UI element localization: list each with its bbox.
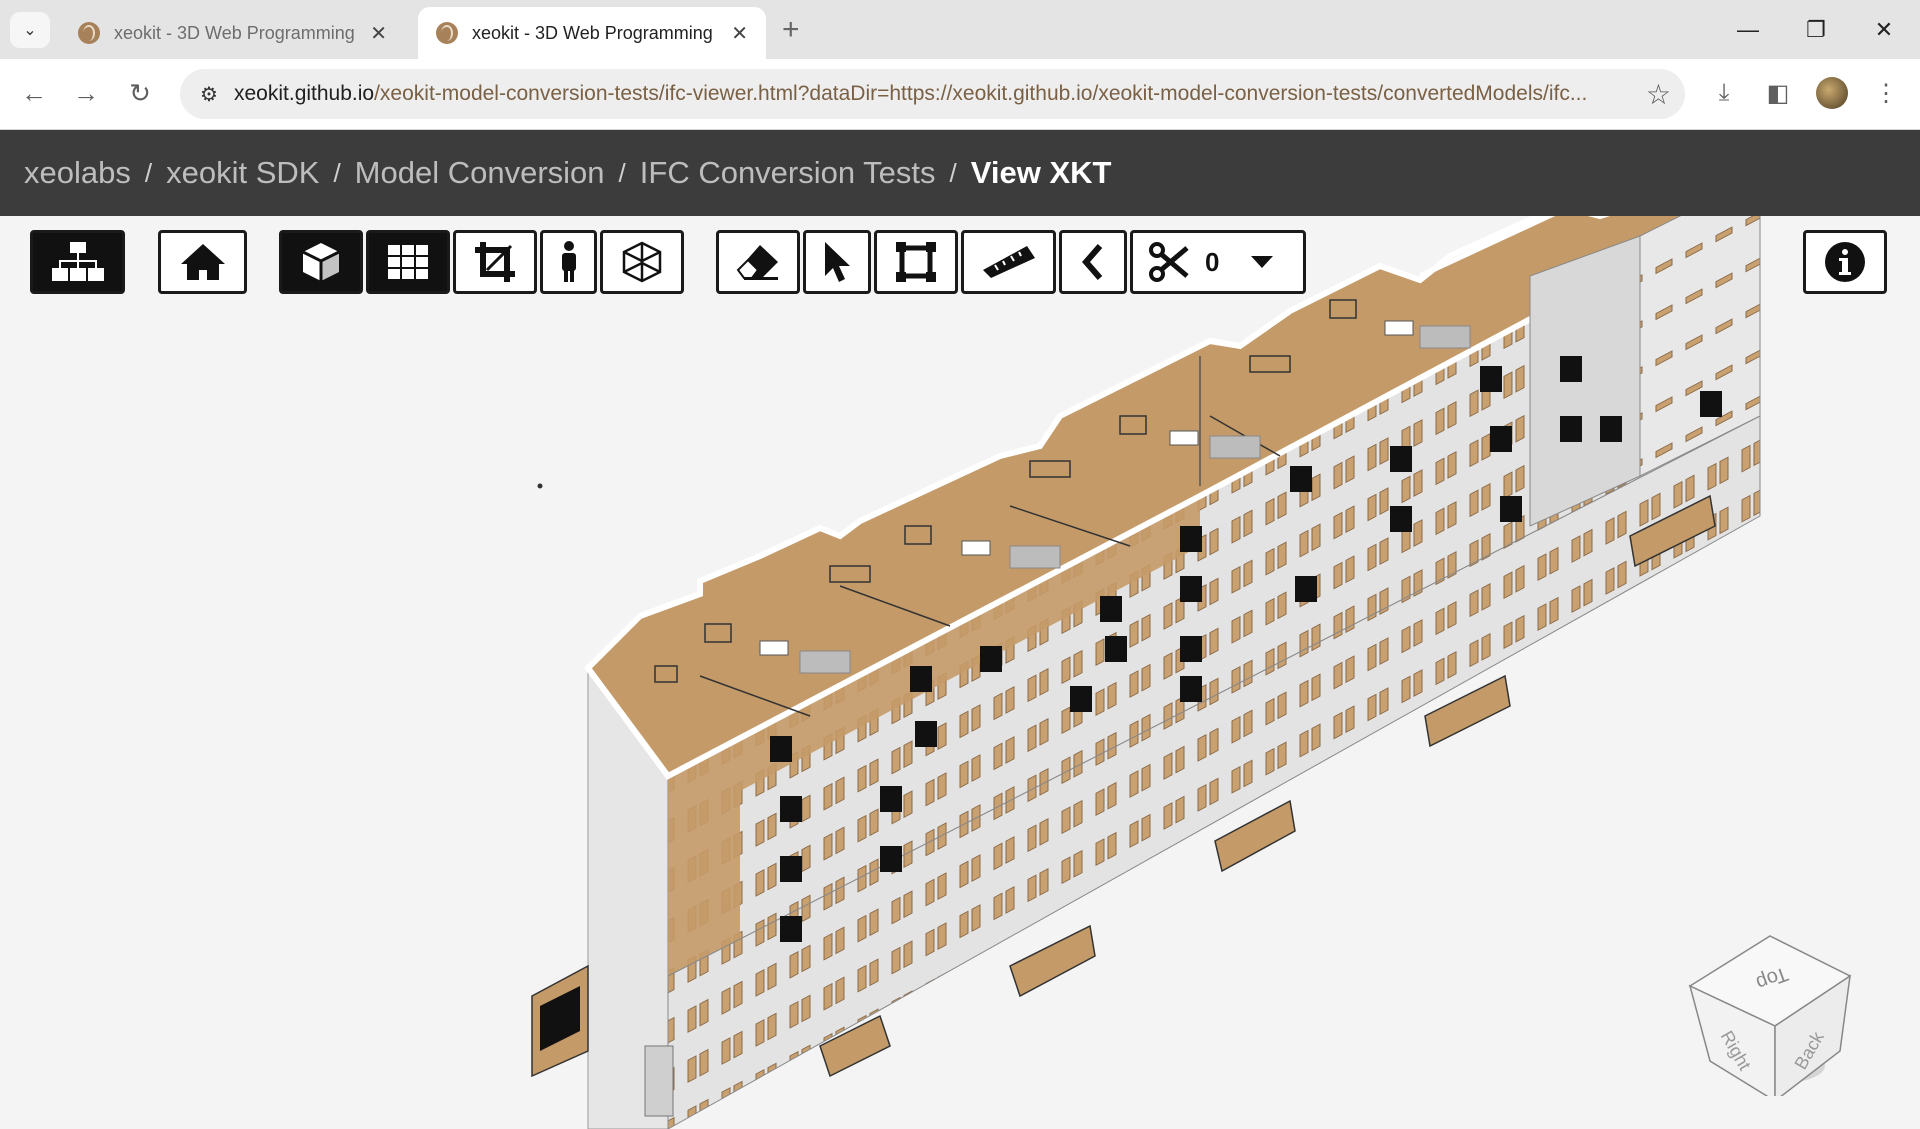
tree-structure-icon bbox=[51, 242, 104, 281]
info-button[interactable] bbox=[1803, 230, 1887, 294]
url-host: xeokit.github.io bbox=[234, 82, 375, 105]
home-icon bbox=[180, 244, 225, 280]
reload-icon[interactable]: ↻ bbox=[120, 73, 160, 113]
wireframe-cube-icon bbox=[622, 241, 662, 283]
hide-objects-button[interactable] bbox=[716, 230, 800, 294]
breadcrumb-separator: / bbox=[618, 157, 626, 188]
grid-icon bbox=[388, 245, 428, 279]
new-tab-button[interactable]: + bbox=[782, 12, 800, 48]
breadcrumb-separator: / bbox=[949, 157, 957, 188]
bookmark-star-icon[interactable]: ☆ bbox=[1646, 78, 1671, 111]
caret-down-icon bbox=[1251, 256, 1274, 268]
pointer-arrow-icon bbox=[825, 242, 850, 282]
globe-icon bbox=[78, 22, 100, 44]
close-window-button[interactable]: ✕ bbox=[1864, 12, 1904, 48]
section-count: 0 bbox=[1205, 246, 1220, 277]
tab-title: xeokit - 3D Web Programming bbox=[114, 22, 355, 43]
breadcrumb-link-tests[interactable]: IFC Conversion Tests bbox=[640, 155, 936, 191]
close-icon[interactable]: ✕ bbox=[370, 21, 387, 46]
chevron-left-icon bbox=[1082, 244, 1103, 280]
browser-tab-1[interactable]: xeokit - 3D Web Programming ✕ bbox=[60, 7, 405, 59]
breadcrumb-link-xeolabs[interactable]: xeolabs bbox=[24, 155, 131, 191]
menu-kebab-icon[interactable]: ⋮ bbox=[1866, 73, 1906, 113]
address-bar-row: ← → ↻ ⚙ xeokit.github.io/xeokit-model-co… bbox=[0, 59, 1920, 130]
url-text[interactable]: xeokit.github.io/xeokit-model-conversion… bbox=[234, 82, 1604, 106]
previous-button[interactable] bbox=[1059, 230, 1127, 294]
restore-button[interactable]: ❐ bbox=[1796, 12, 1836, 48]
ortho-grid-button[interactable] bbox=[366, 230, 450, 294]
forward-arrow-icon[interactable]: → bbox=[66, 73, 106, 113]
3d-viewer-canvas[interactable]: 0 Top Right Back bbox=[0, 216, 1920, 1129]
home-view-button[interactable] bbox=[158, 230, 247, 294]
first-person-button[interactable] bbox=[540, 230, 597, 294]
eraser-icon bbox=[736, 245, 778, 280]
profile-avatar[interactable] bbox=[1812, 73, 1852, 113]
measure-button[interactable] bbox=[961, 230, 1056, 294]
navcube[interactable]: Top Right Back bbox=[1680, 896, 1860, 1096]
url-path: /xeokit-model-conversion-tests/ifc-viewe… bbox=[374, 82, 1588, 105]
minimize-button[interactable]: — bbox=[1728, 12, 1768, 48]
breadcrumb-separator: / bbox=[144, 157, 153, 188]
side-panel-icon[interactable]: ◧ bbox=[1758, 73, 1798, 113]
breadcrumb: xeolabs / xeokit SDK / Model Conversion … bbox=[0, 130, 1920, 216]
marquee-select-button[interactable] bbox=[874, 230, 958, 294]
ruler-icon bbox=[982, 246, 1035, 278]
breadcrumb-link-sdk[interactable]: xeokit SDK bbox=[166, 155, 319, 191]
site-settings-icon[interactable]: ⚙ bbox=[194, 79, 224, 109]
xray-button[interactable] bbox=[600, 230, 684, 294]
url-input[interactable]: ⚙ xeokit.github.io/xeokit-model-conversi… bbox=[180, 69, 1685, 119]
3d-mode-button[interactable] bbox=[279, 230, 363, 294]
cube-icon bbox=[302, 243, 340, 281]
globe-icon bbox=[436, 22, 458, 44]
section-planes-dropdown[interactable]: 0 bbox=[1130, 230, 1306, 294]
tab-search-button[interactable]: ⌄ bbox=[10, 12, 50, 48]
avatar bbox=[1816, 77, 1848, 109]
chevron-down-icon: ⌄ bbox=[23, 22, 37, 39]
person-icon bbox=[561, 241, 576, 282]
download-icon[interactable]: ⤓ bbox=[1704, 73, 1744, 113]
info-icon bbox=[1825, 242, 1865, 282]
breadcrumb-separator: / bbox=[333, 157, 341, 188]
marquee-icon bbox=[896, 242, 936, 282]
tab-strip: ⌄ xeokit - 3D Web Programming ✕ xeokit -… bbox=[0, 0, 1920, 59]
breadcrumb-link-conversion[interactable]: Model Conversion bbox=[355, 155, 605, 191]
select-objects-button[interactable] bbox=[803, 230, 871, 294]
close-icon[interactable]: ✕ bbox=[731, 21, 748, 46]
tab-title: xeokit - 3D Web Programming bbox=[472, 22, 713, 43]
explorer-toggle-button[interactable] bbox=[30, 230, 125, 294]
building-model[interactable] bbox=[0, 216, 1920, 1129]
breadcrumb-current: View XKT bbox=[970, 155, 1112, 190]
scissors-icon bbox=[1149, 242, 1189, 282]
crop-icon bbox=[475, 242, 515, 282]
fit-view-button[interactable] bbox=[453, 230, 537, 294]
back-arrow-icon[interactable]: ← bbox=[14, 73, 54, 113]
browser-tab-2[interactable]: xeokit - 3D Web Programming ✕ bbox=[418, 7, 766, 59]
